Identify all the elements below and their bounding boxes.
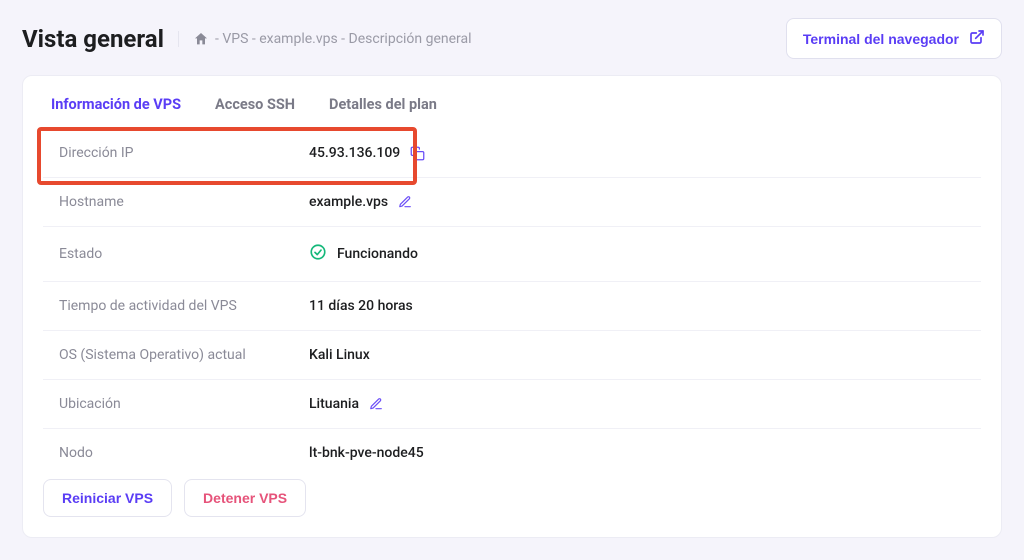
node-value: lt-bnk-pve-node45 (309, 445, 424, 461)
stop-vps-button[interactable]: Detener VPS (184, 479, 306, 517)
breadcrumb-text: - VPS - example.vps - Descripción genera… (215, 31, 472, 47)
location-label: Ubicación (59, 396, 309, 412)
tabs: Información de VPS Acceso SSH Detalles d… (23, 76, 1001, 129)
hostname-label: Hostname (59, 194, 309, 210)
uptime-label: Tiempo de actividad del VPS (59, 298, 309, 314)
breadcrumb: - VPS - example.vps - Descripción genera… (178, 31, 472, 47)
terminal-button[interactable]: Terminal del navegador (786, 18, 1002, 59)
home-icon[interactable] (193, 31, 209, 47)
page-title: Vista general (22, 25, 164, 53)
copy-icon[interactable] (410, 146, 425, 161)
tab-ssh-access[interactable]: Acceso SSH (215, 96, 295, 129)
os-label: OS (Sistema Operativo) actual (59, 347, 309, 363)
hostname-value: example.vps (309, 194, 388, 210)
vps-card: Información de VPS Acceso SSH Detalles d… (22, 75, 1002, 538)
edit-location-icon[interactable] (369, 397, 383, 411)
uptime-value: 11 días 20 horas (309, 298, 413, 314)
row-location: Ubicación Lituania (43, 380, 981, 429)
tab-plan-details[interactable]: Detalles del plan (329, 96, 437, 129)
os-value: Kali Linux (309, 347, 370, 363)
external-link-icon (969, 29, 985, 48)
row-node: Nodo lt-bnk-pve-node45 (43, 429, 981, 477)
row-hostname: Hostname example.vps (43, 178, 981, 227)
row-ip: Dirección IP 45.93.136.109 (43, 129, 981, 178)
ip-label: Dirección IP (59, 145, 309, 161)
node-label: Nodo (59, 445, 309, 461)
ip-value: 45.93.136.109 (309, 145, 400, 161)
state-value: Funcionando (337, 246, 418, 262)
edit-hostname-icon[interactable] (398, 195, 412, 209)
tab-vps-info[interactable]: Información de VPS (51, 96, 181, 129)
restart-vps-button[interactable]: Reiniciar VPS (43, 479, 172, 517)
location-value: Lituania (309, 396, 359, 412)
row-os: OS (Sistema Operativo) actual Kali Linux (43, 331, 981, 380)
state-label: Estado (59, 246, 309, 262)
status-ok-icon (309, 243, 327, 265)
terminal-button-label: Terminal del navegador (803, 31, 959, 47)
row-state: Estado Funcionando (43, 227, 981, 282)
row-uptime: Tiempo de actividad del VPS 11 días 20 h… (43, 282, 981, 331)
